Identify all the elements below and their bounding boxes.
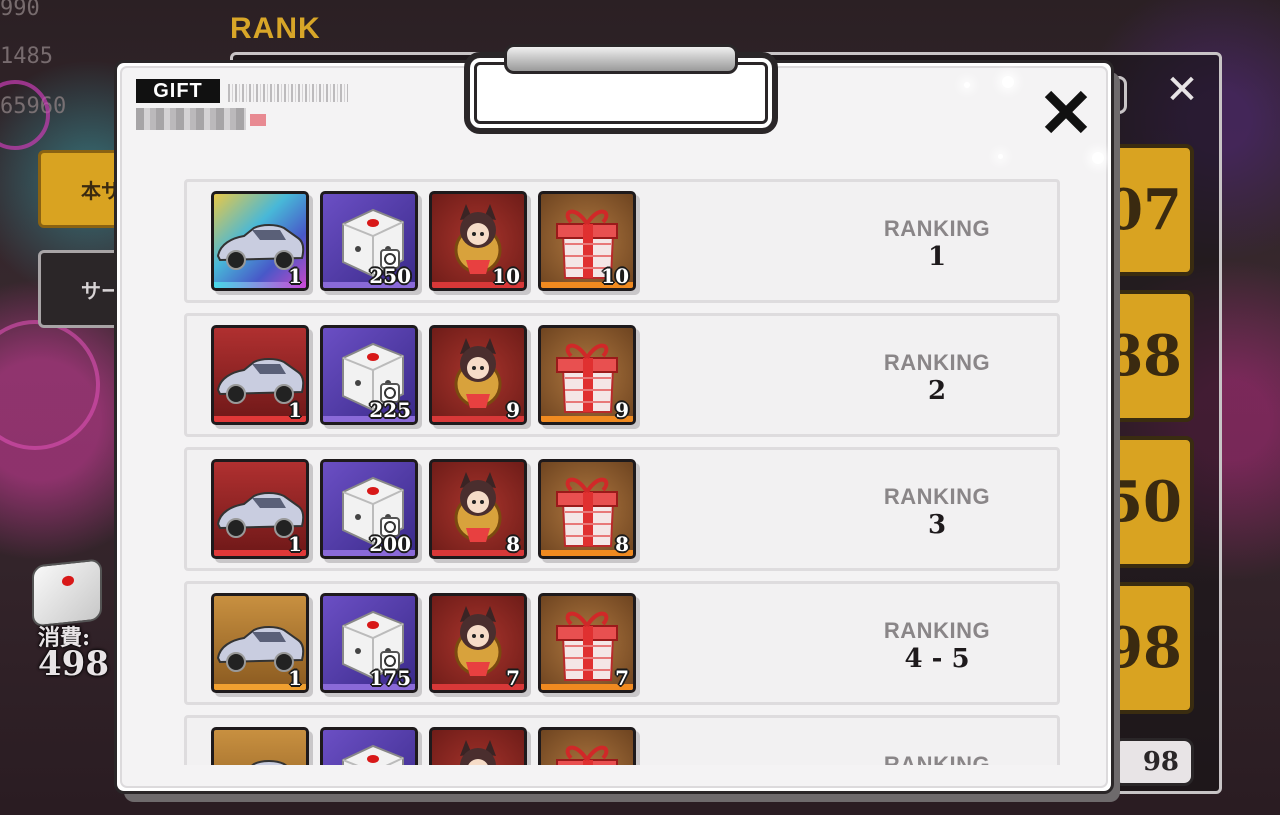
bg-stat-2: 1485 <box>0 44 53 69</box>
clipboard-clip-bar <box>504 44 738 74</box>
bg-value-card-4: 98 <box>1112 582 1194 714</box>
reward-item-gift-box[interactable]: 7 <box>538 593 636 693</box>
ranking-value: 4 - 5 <box>904 644 970 674</box>
item-count: 7 <box>506 666 520 690</box>
subtitle-mark <box>250 114 266 126</box>
ranking-label: RANKING <box>883 618 991 643</box>
sparkle-icon <box>998 154 1003 159</box>
reward-list[interactable]: 1 250 10 10 RANKING 1 1 225 9 9 RANKING 2 1 <box>184 179 1060 765</box>
bg-close-icon: ✕ <box>1165 67 1199 113</box>
bg-value-card-1: 07 <box>1112 144 1194 276</box>
reward-item-character[interactable]: 10 <box>429 191 527 291</box>
gift-modal: GIFT 1 250 10 10 RANKING 1 1 225 9 9 RAN… <box>114 60 1114 794</box>
bg-value-card-3: 50 <box>1112 436 1194 568</box>
cost-value: 498 <box>38 644 109 684</box>
reward-item-dice[interactable]: 225 <box>320 325 418 425</box>
sparkle-icon <box>1092 152 1104 164</box>
reward-item-car[interactable] <box>211 727 309 765</box>
item-count: 7 <box>615 666 629 690</box>
reward-row: 1 200 8 8 RANKING 3 <box>184 447 1060 571</box>
sparkle-icon <box>1002 76 1014 88</box>
modal-inner: GIFT 1 250 10 10 RANKING 1 1 225 9 9 RAN… <box>120 66 1108 788</box>
sparkle-icon <box>964 82 970 88</box>
ranking-label: RANKING <box>883 350 991 375</box>
item-count: 10 <box>601 264 629 288</box>
item-count: 250 <box>369 264 411 288</box>
bg-bottom-value: 98 <box>1112 738 1194 786</box>
item-count: 200 <box>369 532 411 556</box>
rank-section-title: RANK <box>230 12 321 45</box>
close-icon[interactable] <box>1042 88 1090 136</box>
ranking-label: RANKING <box>883 752 991 765</box>
item-count: 1 <box>288 398 302 422</box>
item-count: 8 <box>506 532 520 556</box>
bg-value-card-2: 88 <box>1112 290 1194 422</box>
reward-item-car[interactable]: 1 <box>211 459 309 559</box>
barcode-decoration <box>228 84 348 102</box>
reward-item-dice[interactable]: 250 <box>320 191 418 291</box>
reward-item-dice[interactable]: 175 <box>320 593 418 693</box>
reward-item-gift-box[interactable] <box>538 727 636 765</box>
item-count: 225 <box>369 398 411 422</box>
reward-item-car[interactable]: 1 <box>211 325 309 425</box>
reward-row: 1 175 7 7 RANKING 4 - 5 <box>184 581 1060 705</box>
ranking-value: 2 <box>927 376 947 406</box>
reward-item-character[interactable]: 7 <box>429 593 527 693</box>
bg-stat-1: 990 <box>0 0 40 21</box>
reward-item-car[interactable]: 1 <box>211 593 309 693</box>
gift-tag: GIFT <box>136 79 220 103</box>
item-count: 10 <box>492 264 520 288</box>
reward-item-character[interactable]: 8 <box>429 459 527 559</box>
ranking-value: 3 <box>927 510 947 540</box>
ranking-value: 1 <box>927 242 947 272</box>
reward-row: 1 225 9 9 RANKING 2 <box>184 313 1060 437</box>
item-count: 175 <box>369 666 411 690</box>
reward-item-car[interactable]: 1 <box>211 191 309 291</box>
item-count: 1 <box>288 532 302 556</box>
reward-item-character[interactable] <box>429 727 527 765</box>
item-count: 8 <box>615 532 629 556</box>
reward-item-gift-box[interactable]: 9 <box>538 325 636 425</box>
reward-item-dice[interactable]: 200 <box>320 459 418 559</box>
dice-icon <box>32 558 102 628</box>
item-count: 9 <box>506 398 520 422</box>
reward-item-character[interactable]: 9 <box>429 325 527 425</box>
reward-item-gift-box[interactable]: 8 <box>538 459 636 559</box>
modal-subtitle-obscured <box>136 108 246 130</box>
item-count: 1 <box>288 666 302 690</box>
reward-row: 1 250 10 10 RANKING 1 <box>184 179 1060 303</box>
reward-row: RANKING <box>184 715 1060 765</box>
reward-item-dice[interactable] <box>320 727 418 765</box>
item-count: 1 <box>288 264 302 288</box>
item-count: 9 <box>615 398 629 422</box>
reward-item-gift-box[interactable]: 10 <box>538 191 636 291</box>
ranking-label: RANKING <box>883 216 991 241</box>
ranking-label: RANKING <box>883 484 991 509</box>
